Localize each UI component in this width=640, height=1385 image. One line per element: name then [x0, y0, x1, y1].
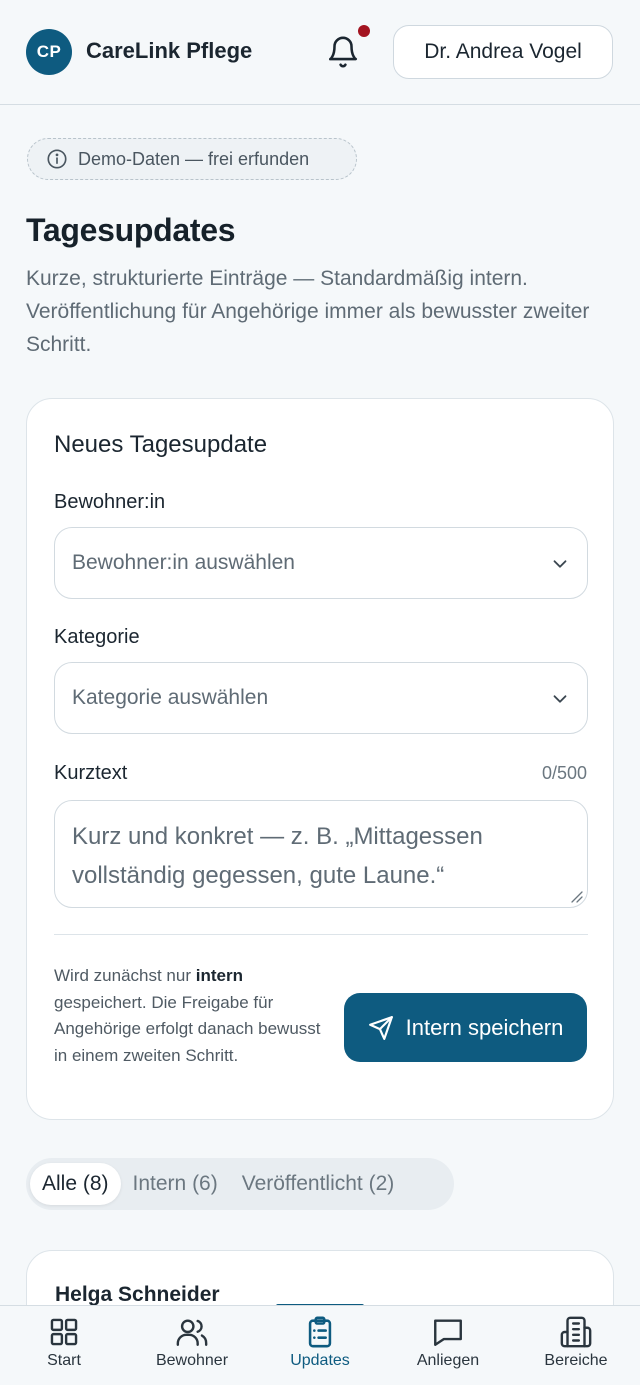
demo-data-notice: Demo-Daten — frei erfunden [27, 138, 357, 180]
tab-internal[interactable]: Intern (6) [121, 1163, 230, 1205]
short-text-input[interactable]: Kurz und konkret — z. B. „Mittagessen vo… [54, 800, 588, 908]
top-bar: CP CareLink Pflege Dr. Andrea Vogel [0, 0, 640, 105]
form-divider [54, 934, 588, 935]
send-icon [368, 1015, 393, 1040]
chevron-down-icon [553, 560, 567, 568]
save-button-label: Intern speichern [405, 1014, 564, 1040]
clipboard-list-icon [308, 1316, 332, 1348]
nav-start[interactable]: Start [0, 1306, 128, 1385]
demo-notice-text: Demo-Daten — frei erfunden [78, 148, 310, 169]
category-select-value: Kategorie auswählen [72, 686, 269, 709]
message-icon [434, 1319, 462, 1346]
nav-updates[interactable]: Updates [256, 1306, 384, 1385]
nav-requests[interactable]: Anliegen [384, 1306, 512, 1385]
tab-published[interactable]: Veröffentlicht (2) [230, 1163, 407, 1205]
users-icon [176, 1319, 208, 1346]
save-hint: Wird zunächst nur intern gespeichert. Di… [54, 963, 324, 1069]
short-text-label: Kurztext [54, 762, 128, 784]
tab-all[interactable]: Alle (8) [30, 1163, 121, 1205]
new-update-form: Neues Tagesupdate Bewohner:in Bewohner:i… [26, 398, 614, 1120]
resident-label: Bewohner:in [54, 491, 166, 513]
nav-updates-label: Updates [290, 1352, 350, 1369]
entry-resident-name: Helga Schneider [55, 1283, 220, 1306]
character-counter: 0/500 [541, 763, 587, 783]
resize-handle-icon[interactable] [569, 889, 583, 903]
brand-logo: CP [26, 29, 72, 75]
user-menu-button[interactable]: Dr. Andrea Vogel [393, 25, 613, 79]
nav-areas-label: Bereiche [544, 1352, 608, 1369]
nav-start-label: Start [47, 1352, 81, 1369]
notification-dot [358, 25, 370, 37]
short-text-placeholder: Kurz und konkret — z. B. „Mittagessen vo… [72, 823, 483, 889]
nav-areas[interactable]: Bereiche [512, 1306, 640, 1385]
nav-requests-label: Anliegen [416, 1352, 480, 1369]
resident-select[interactable]: Bewohner:in auswählen [54, 527, 588, 599]
hint-text-end: gespeichert. Die Freigabe für Angehörige… [54, 992, 321, 1065]
info-icon [47, 149, 67, 169]
category-label: Kategorie [54, 626, 140, 648]
building-icon [560, 1316, 592, 1348]
page-subtitle: Kurze, strukturierte Einträge — Standard… [26, 267, 590, 356]
bell-icon[interactable] [326, 34, 360, 70]
brand-name: CareLink Pflege [86, 38, 253, 63]
form-title: Neues Tagesupdate [54, 431, 268, 458]
nav-residents-label: Bewohner [155, 1352, 229, 1369]
save-internal-button[interactable]: Intern speichern [344, 993, 587, 1062]
nav-residents[interactable]: Bewohner [128, 1306, 256, 1385]
hint-emphasis: intern [195, 966, 243, 985]
page-title: Tagesupdates [26, 212, 236, 248]
chevron-down-icon [553, 695, 567, 703]
category-select[interactable]: Kategorie auswählen [54, 662, 588, 734]
filter-tabs: Alle (8) Intern (6) Veröffentlicht (2) [26, 1158, 454, 1210]
grid-icon [50, 1318, 78, 1346]
resident-select-value: Bewohner:in auswählen [72, 551, 295, 574]
bottom-navigation: Start Bewohner Updates Anliegen Bereiche [0, 1305, 640, 1385]
hint-text-start: Wird zunächst nur [54, 966, 196, 985]
